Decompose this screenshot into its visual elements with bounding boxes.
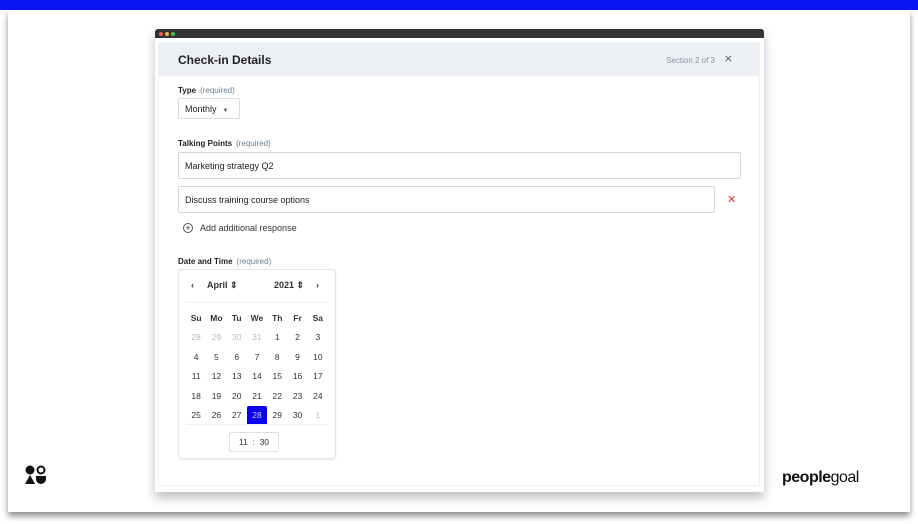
calendar-day[interactable]: 21 bbox=[247, 391, 267, 401]
top-bar bbox=[0, 0, 918, 10]
calendar-day[interactable]: 18 bbox=[186, 391, 206, 401]
calendar-day[interactable]: 31 bbox=[247, 332, 267, 342]
weekday-header: Su Mo Tu We Th Fr Sa bbox=[186, 308, 328, 328]
calendar-day[interactable]: 5 bbox=[206, 352, 226, 362]
calendar-day[interactable]: 24 bbox=[308, 391, 328, 401]
app-window: Check-in Details Section 2 of 3 ⨯ Type (r… bbox=[155, 29, 764, 492]
calendar-day[interactable]: 30 bbox=[227, 332, 247, 342]
calendar-day[interactable]: 25 bbox=[186, 410, 206, 420]
calendar-day[interactable]: 1 bbox=[267, 332, 287, 342]
calendar-day[interactable]: 22 bbox=[267, 391, 287, 401]
checkin-panel: Check-in Details Section 2 of 3 ⨯ Type (r… bbox=[158, 42, 760, 486]
calendar-day[interactable]: 11 bbox=[186, 371, 206, 381]
calendar-day[interactable]: 12 bbox=[206, 371, 226, 381]
caret-down-icon: ▼ bbox=[222, 108, 229, 114]
weekday-label: We bbox=[250, 312, 264, 323]
calendar-day[interactable]: 29 bbox=[206, 332, 226, 342]
calendar-day[interactable]: 28 bbox=[186, 332, 206, 342]
date-picker: ‹ April ⇕ 2021 ⇕ › Su Mo Tu We Th Fr Sa 28 29 30… bbox=[178, 269, 336, 459]
talking-point-input[interactable]: Marketing strategy Q2 bbox=[178, 152, 741, 179]
prev-month-icon[interactable]: ‹ bbox=[191, 280, 194, 290]
calendar-day[interactable]: 29 bbox=[267, 410, 287, 420]
month-select[interactable]: April ⇕ bbox=[207, 280, 238, 291]
talking-points-label: Talking Points (required) bbox=[178, 139, 271, 148]
plus-circle-icon: + bbox=[183, 223, 193, 233]
calendar-day[interactable]: 19 bbox=[206, 391, 226, 401]
time-input[interactable]: 11 : 30 bbox=[229, 432, 279, 452]
collapse-icon[interactable]: ⨯ bbox=[724, 52, 733, 65]
type-label: Type (required) bbox=[178, 86, 235, 95]
section-indicator: Section 2 of 3 bbox=[666, 56, 715, 65]
weekday-label: Th bbox=[272, 312, 283, 323]
calendar-day[interactable]: 8 bbox=[267, 352, 287, 362]
calendar-grid: Su Mo Tu We Th Fr Sa 28 29 30 31 1 2 3 4 5 6 7 8 9 10 11 12 13… bbox=[186, 302, 328, 425]
calendar-week: 4 5 6 7 8 9 10 bbox=[186, 347, 328, 367]
calendar-day[interactable]: 15 bbox=[267, 371, 287, 381]
add-response-button[interactable]: + Add additional response bbox=[183, 223, 297, 233]
calendar-day[interactable]: 1 bbox=[308, 410, 328, 420]
talking-point-input[interactable]: Discuss training course options bbox=[178, 186, 715, 213]
calendar-day[interactable]: 23 bbox=[287, 391, 307, 401]
calendar-day[interactable]: 3 bbox=[308, 332, 328, 342]
year-select[interactable]: 2021 ⇕ bbox=[274, 280, 304, 291]
calendar-day[interactable]: 4 bbox=[186, 352, 206, 362]
close-window-dot[interactable] bbox=[159, 32, 163, 36]
calendar-day[interactable]: 16 bbox=[287, 371, 307, 381]
weekday-label: Sa bbox=[312, 312, 324, 323]
calendar-day[interactable]: 17 bbox=[308, 371, 328, 381]
weekday-label: Tu bbox=[231, 312, 242, 323]
calendar-day[interactable]: 14 bbox=[247, 371, 267, 381]
calendar-day-selected[interactable]: 28 bbox=[246, 405, 268, 425]
brand-wordmark: peoplegoal bbox=[782, 469, 859, 486]
calendar-day[interactable]: 6 bbox=[227, 352, 247, 362]
window-titlebar bbox=[155, 29, 764, 38]
calendar-day[interactable]: 2 bbox=[287, 332, 307, 342]
calendar-day[interactable]: 26 bbox=[206, 410, 226, 420]
calendar-day[interactable]: 27 bbox=[227, 410, 247, 420]
calendar-day[interactable]: 9 bbox=[287, 352, 307, 362]
calendar-day[interactable]: 7 bbox=[247, 352, 267, 362]
date-time-label: Date and Time (required) bbox=[178, 257, 272, 266]
calendar-week: 18 19 20 21 22 23 24 bbox=[186, 386, 328, 406]
calendar-day[interactable]: 10 bbox=[308, 352, 328, 362]
next-month-icon[interactable]: › bbox=[316, 280, 319, 290]
peoplegoal-logo-icon bbox=[25, 465, 46, 484]
calendar-week: 25 26 27 28 29 30 1 bbox=[186, 405, 328, 426]
page-title: Check-in Details bbox=[178, 53, 272, 67]
minimize-window-dot[interactable] bbox=[165, 32, 169, 36]
divider bbox=[186, 424, 328, 425]
weekday-label: Su bbox=[190, 312, 202, 323]
maximize-window-dot[interactable] bbox=[171, 32, 175, 36]
calendar-day[interactable]: 30 bbox=[287, 410, 307, 420]
weekday-label: Fr bbox=[293, 312, 302, 323]
calendar-week: 28 29 30 31 1 2 3 bbox=[186, 328, 328, 348]
remove-response-icon[interactable]: ✕ bbox=[727, 193, 736, 206]
weekday-label: Mo bbox=[210, 312, 223, 323]
calendar-day[interactable]: 13 bbox=[227, 371, 247, 381]
type-dropdown[interactable]: Monthly ▼ bbox=[178, 98, 240, 119]
calendar-week: 11 12 13 14 15 16 17 bbox=[186, 367, 328, 387]
section-header: Check-in Details Section 2 of 3 ⨯ bbox=[159, 43, 759, 76]
calendar-day[interactable]: 20 bbox=[227, 391, 247, 401]
